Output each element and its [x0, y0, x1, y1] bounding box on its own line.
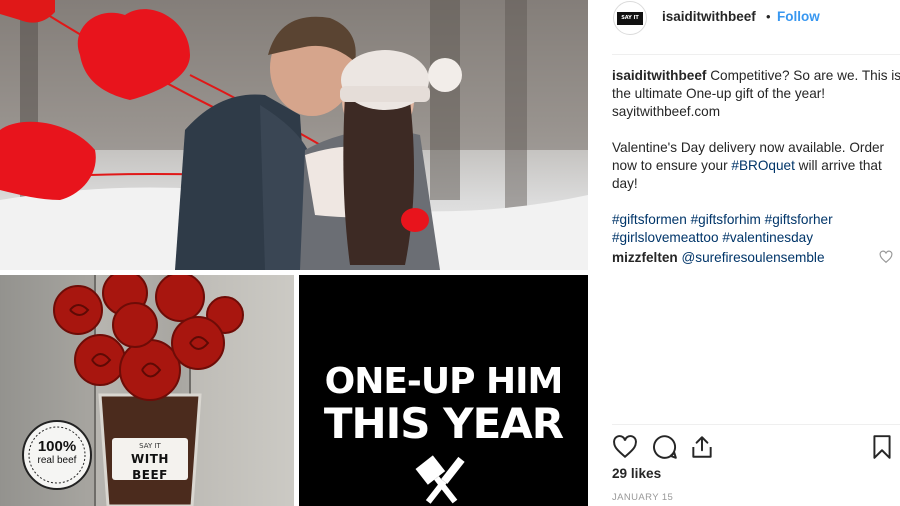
- comment-row: mizzfelten @surefiresoulensemble: [612, 249, 882, 267]
- like-count[interactable]: 29 likes: [612, 466, 661, 481]
- couple-photo-illustration: [0, 0, 588, 270]
- hashtag-broquet[interactable]: #BROquet: [731, 158, 794, 173]
- caption-paragraph-1: isaiditwithbeef Competitive? So are we. …: [612, 67, 900, 121]
- badge-percent: 100%: [37, 438, 77, 455]
- hashtag-link[interactable]: #giftsforher: [765, 212, 833, 227]
- post-header: SAY IT WITH BEEF isaiditwithbeef • Follo…: [588, 0, 900, 55]
- cup-label-top: SAY IT: [139, 442, 161, 450]
- header-divider: [612, 54, 900, 55]
- header-separator: •: [766, 9, 771, 24]
- caption-username[interactable]: isaiditwithbeef: [612, 68, 706, 83]
- couple-photo: [0, 0, 588, 270]
- badge-label: real beef: [37, 455, 77, 466]
- post-caption: isaiditwithbeef Competitive? So are we. …: [612, 67, 900, 247]
- caption-hashtags: #giftsformen #giftsforhim #giftsforher #…: [612, 211, 900, 247]
- promo-headline-line2: THIS YEAR: [323, 399, 564, 448]
- follow-button[interactable]: Follow: [777, 9, 820, 24]
- post-media-collage[interactable]: 100% real beef SAY IT WITH BEEF ONE-UP H…: [0, 0, 588, 506]
- post-side-panel: SAY IT WITH BEEF isaiditwithbeef • Follo…: [588, 0, 900, 506]
- account-avatar[interactable]: SAY IT WITH BEEF: [613, 1, 647, 35]
- real-beef-badge: 100% real beef: [27, 438, 87, 467]
- post-date: JANUARY 15: [612, 492, 674, 503]
- avatar-logo: SAY IT WITH BEEF: [617, 12, 643, 34]
- cup-label: SAY IT WITH BEEF: [112, 442, 188, 483]
- promo-headline-line1: ONE-UP HIM: [324, 361, 564, 402]
- promo-tile: ONE-UP HIM THIS YEAR: [299, 275, 588, 506]
- comment-mention[interactable]: @surefiresoulensemble: [682, 250, 825, 265]
- header-username[interactable]: isaiditwithbeef: [662, 9, 756, 24]
- bookmark-icon[interactable]: [869, 434, 895, 460]
- actions-divider: [612, 424, 900, 425]
- hashtag-link[interactable]: #valentinesday: [722, 230, 813, 245]
- speech-bubble-icon[interactable]: [652, 434, 678, 460]
- hashtag-link[interactable]: #giftsformen: [612, 212, 687, 227]
- crossed-cleaver-knife-icon: [415, 455, 465, 504]
- cup-label-bottom: WITH BEEF: [131, 452, 169, 482]
- heart-outline-icon[interactable]: [612, 434, 638, 460]
- hashtag-link[interactable]: #giftsforhim: [691, 212, 761, 227]
- beef-roses-photo: 100% real beef SAY IT WITH BEEF: [0, 275, 294, 506]
- small-heart-icon[interactable]: [879, 250, 893, 264]
- share-upload-icon[interactable]: [689, 434, 715, 460]
- caption-paragraph-2: Valentine's Day delivery now available. …: [612, 139, 900, 193]
- comment-username[interactable]: mizzfelten: [612, 250, 678, 265]
- hashtag-link[interactable]: #girlslovemeattoo: [612, 230, 719, 245]
